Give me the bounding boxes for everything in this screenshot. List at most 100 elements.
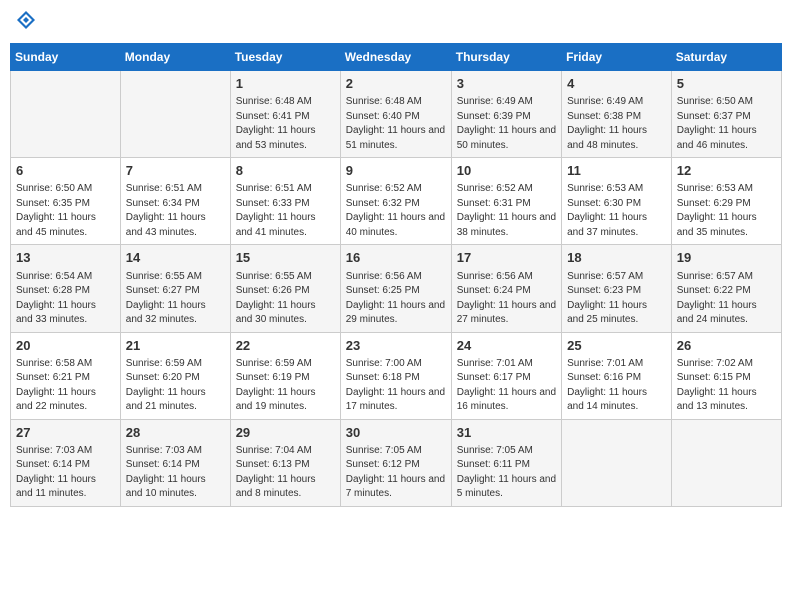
calendar-cell: [120, 71, 230, 158]
weekday-header: Wednesday: [340, 44, 451, 71]
day-info: Sunrise: 6:57 AMSunset: 6:22 PMDaylight:…: [677, 270, 776, 328]
day-info: Sunrise: 7:03 AMSunset: 6:14 PMDaylight:…: [126, 444, 225, 502]
day-number: 11: [567, 162, 666, 180]
day-number: 7: [126, 162, 225, 180]
calendar-cell: 9 Sunrise: 6:52 AMSunset: 6:32 PMDaylight…: [340, 158, 451, 245]
weekday-header: Thursday: [451, 44, 561, 71]
calendar-cell: 26Sunrise: 7:02 AMSunset: 6:15 PMDayligh…: [671, 332, 781, 419]
day-info: Sunrise: 6:51 AMSunset: 6:33 PMDaylight:…: [236, 182, 335, 240]
calendar-cell: 3 Sunrise: 6:49 AMSunset: 6:39 PMDaylight…: [451, 71, 561, 158]
logo: [14, 10, 38, 35]
calendar-cell: 15 Sunrise: 6:55 AMSunset: 6:26 PMDayligh…: [230, 245, 340, 332]
calendar-cell: 8 Sunrise: 6:51 AMSunset: 6:33 PMDaylight…: [230, 158, 340, 245]
day-number: 2: [346, 75, 446, 93]
day-number: 17: [457, 249, 556, 267]
day-info: Sunrise: 6:56 AMSunset: 6:24 PMDaylight:…: [457, 270, 556, 328]
calendar-cell: 31Sunrise: 7:05 AMSunset: 6:11 PMDayligh…: [451, 419, 561, 506]
day-info: Sunrise: 6:49 AMSunset: 6:38 PMDaylight:…: [567, 95, 666, 153]
day-info: Sunrise: 6:53 AMSunset: 6:30 PMDaylight:…: [567, 182, 666, 240]
day-info: Sunrise: 6:48 AMSunset: 6:41 PMDaylight:…: [236, 95, 335, 153]
day-number: 22: [236, 337, 335, 355]
day-number: 4: [567, 75, 666, 93]
day-number: 9: [346, 162, 446, 180]
day-info: Sunrise: 7:01 AMSunset: 6:17 PMDaylight:…: [457, 357, 556, 415]
day-info: Sunrise: 7:02 AMSunset: 6:15 PMDaylight:…: [677, 357, 776, 415]
calendar-cell: 18 Sunrise: 6:57 AMSunset: 6:23 PMDayligh…: [562, 245, 672, 332]
calendar-cell: [11, 71, 121, 158]
calendar-cell: 6 Sunrise: 6:50 AMSunset: 6:35 PMDaylight…: [11, 158, 121, 245]
day-number: 16: [346, 249, 446, 267]
day-number: 12: [677, 162, 776, 180]
day-info: Sunrise: 6:51 AMSunset: 6:34 PMDaylight:…: [126, 182, 225, 240]
day-number: 3: [457, 75, 556, 93]
calendar-cell: 11 Sunrise: 6:53 AMSunset: 6:30 PMDayligh…: [562, 158, 672, 245]
calendar-cell: 24 Sunrise: 7:01 AMSunset: 6:17 PMDayligh…: [451, 332, 561, 419]
calendar-cell: [562, 419, 672, 506]
day-number: 25: [567, 337, 666, 355]
day-number: 18: [567, 249, 666, 267]
day-info: Sunrise: 6:55 AMSunset: 6:27 PMDaylight:…: [126, 270, 225, 328]
weekday-header: Tuesday: [230, 44, 340, 71]
weekday-header: Saturday: [671, 44, 781, 71]
day-info: Sunrise: 7:00 AMSunset: 6:18 PMDaylight:…: [346, 357, 446, 415]
day-number: 27: [16, 424, 115, 442]
day-info: Sunrise: 6:48 AMSunset: 6:40 PMDaylight:…: [346, 95, 446, 153]
day-number: 23: [346, 337, 446, 355]
day-number: 19: [677, 249, 776, 267]
calendar-cell: 29Sunrise: 7:04 AMSunset: 6:13 PMDayligh…: [230, 419, 340, 506]
day-number: 21: [126, 337, 225, 355]
day-info: Sunrise: 6:50 AMSunset: 6:35 PMDaylight:…: [16, 182, 115, 240]
calendar-cell: 25 Sunrise: 7:01 AMSunset: 6:16 PMDayligh…: [562, 332, 672, 419]
day-number: 20: [16, 337, 115, 355]
day-info: Sunrise: 6:59 AMSunset: 6:20 PMDaylight:…: [126, 357, 225, 415]
day-info: Sunrise: 6:49 AMSunset: 6:39 PMDaylight:…: [457, 95, 556, 153]
page-header: [10, 10, 782, 35]
calendar-week-row: 27 Sunrise: 7:03 AMSunset: 6:14 PMDayligh…: [11, 419, 782, 506]
day-info: Sunrise: 7:05 AMSunset: 6:12 PMDaylight:…: [346, 444, 446, 502]
day-info: Sunrise: 6:52 AMSunset: 6:32 PMDaylight:…: [346, 182, 446, 240]
day-info: Sunrise: 6:59 AMSunset: 6:19 PMDaylight:…: [236, 357, 335, 415]
day-number: 31: [457, 424, 556, 442]
calendar-week-row: 1 Sunrise: 6:48 AMSunset: 6:41 PMDaylight…: [11, 71, 782, 158]
calendar-cell: 23 Sunrise: 7:00 AMSunset: 6:18 PMDayligh…: [340, 332, 451, 419]
day-number: 1: [236, 75, 335, 93]
day-number: 5: [677, 75, 776, 93]
calendar-cell: 1 Sunrise: 6:48 AMSunset: 6:41 PMDaylight…: [230, 71, 340, 158]
calendar-week-row: 13 Sunrise: 6:54 AMSunset: 6:28 PMDayligh…: [11, 245, 782, 332]
day-info: Sunrise: 6:53 AMSunset: 6:29 PMDaylight:…: [677, 182, 776, 240]
weekday-header: Sunday: [11, 44, 121, 71]
calendar-cell: 28 Sunrise: 7:03 AMSunset: 6:14 PMDayligh…: [120, 419, 230, 506]
calendar-cell: 21 Sunrise: 6:59 AMSunset: 6:20 PMDayligh…: [120, 332, 230, 419]
calendar: SundayMondayTuesdayWednesdayThursdayFrid…: [10, 43, 782, 507]
calendar-cell: 16Sunrise: 6:56 AMSunset: 6:25 PMDayligh…: [340, 245, 451, 332]
day-info: Sunrise: 6:54 AMSunset: 6:28 PMDaylight:…: [16, 270, 115, 328]
calendar-cell: [671, 419, 781, 506]
day-info: Sunrise: 6:58 AMSunset: 6:21 PMDaylight:…: [16, 357, 115, 415]
calendar-cell: 5Sunrise: 6:50 AMSunset: 6:37 PMDaylight…: [671, 71, 781, 158]
calendar-cell: 12 Sunrise: 6:53 AMSunset: 6:29 PMDayligh…: [671, 158, 781, 245]
calendar-cell: 27Sunrise: 7:03 AMSunset: 6:14 PMDayligh…: [11, 419, 121, 506]
day-info: Sunrise: 6:57 AMSunset: 6:23 PMDaylight:…: [567, 270, 666, 328]
day-number: 28: [126, 424, 225, 442]
day-number: 30: [346, 424, 446, 442]
day-number: 15: [236, 249, 335, 267]
weekday-row: SundayMondayTuesdayWednesdayThursdayFrid…: [11, 44, 782, 71]
calendar-cell: 17 Sunrise: 6:56 AMSunset: 6:24 PMDayligh…: [451, 245, 561, 332]
calendar-header: SundayMondayTuesdayWednesdayThursdayFrid…: [11, 44, 782, 71]
calendar-body: 1 Sunrise: 6:48 AMSunset: 6:41 PMDaylight…: [11, 71, 782, 507]
calendar-cell: 14Sunrise: 6:55 AMSunset: 6:27 PMDayligh…: [120, 245, 230, 332]
day-number: 6: [16, 162, 115, 180]
calendar-cell: 7 Sunrise: 6:51 AMSunset: 6:34 PMDaylight…: [120, 158, 230, 245]
logo-icon: [16, 10, 36, 30]
day-number: 13: [16, 249, 115, 267]
weekday-header: Friday: [562, 44, 672, 71]
calendar-cell: 10Sunrise: 6:52 AMSunset: 6:31 PMDayligh…: [451, 158, 561, 245]
calendar-cell: 13 Sunrise: 6:54 AMSunset: 6:28 PMDayligh…: [11, 245, 121, 332]
calendar-cell: 22 Sunrise: 6:59 AMSunset: 6:19 PMDayligh…: [230, 332, 340, 419]
calendar-cell: 2 Sunrise: 6:48 AMSunset: 6:40 PMDaylight…: [340, 71, 451, 158]
day-number: 24: [457, 337, 556, 355]
day-info: Sunrise: 7:01 AMSunset: 6:16 PMDaylight:…: [567, 357, 666, 415]
day-info: Sunrise: 6:55 AMSunset: 6:26 PMDaylight:…: [236, 270, 335, 328]
calendar-week-row: 6 Sunrise: 6:50 AMSunset: 6:35 PMDaylight…: [11, 158, 782, 245]
day-number: 8: [236, 162, 335, 180]
